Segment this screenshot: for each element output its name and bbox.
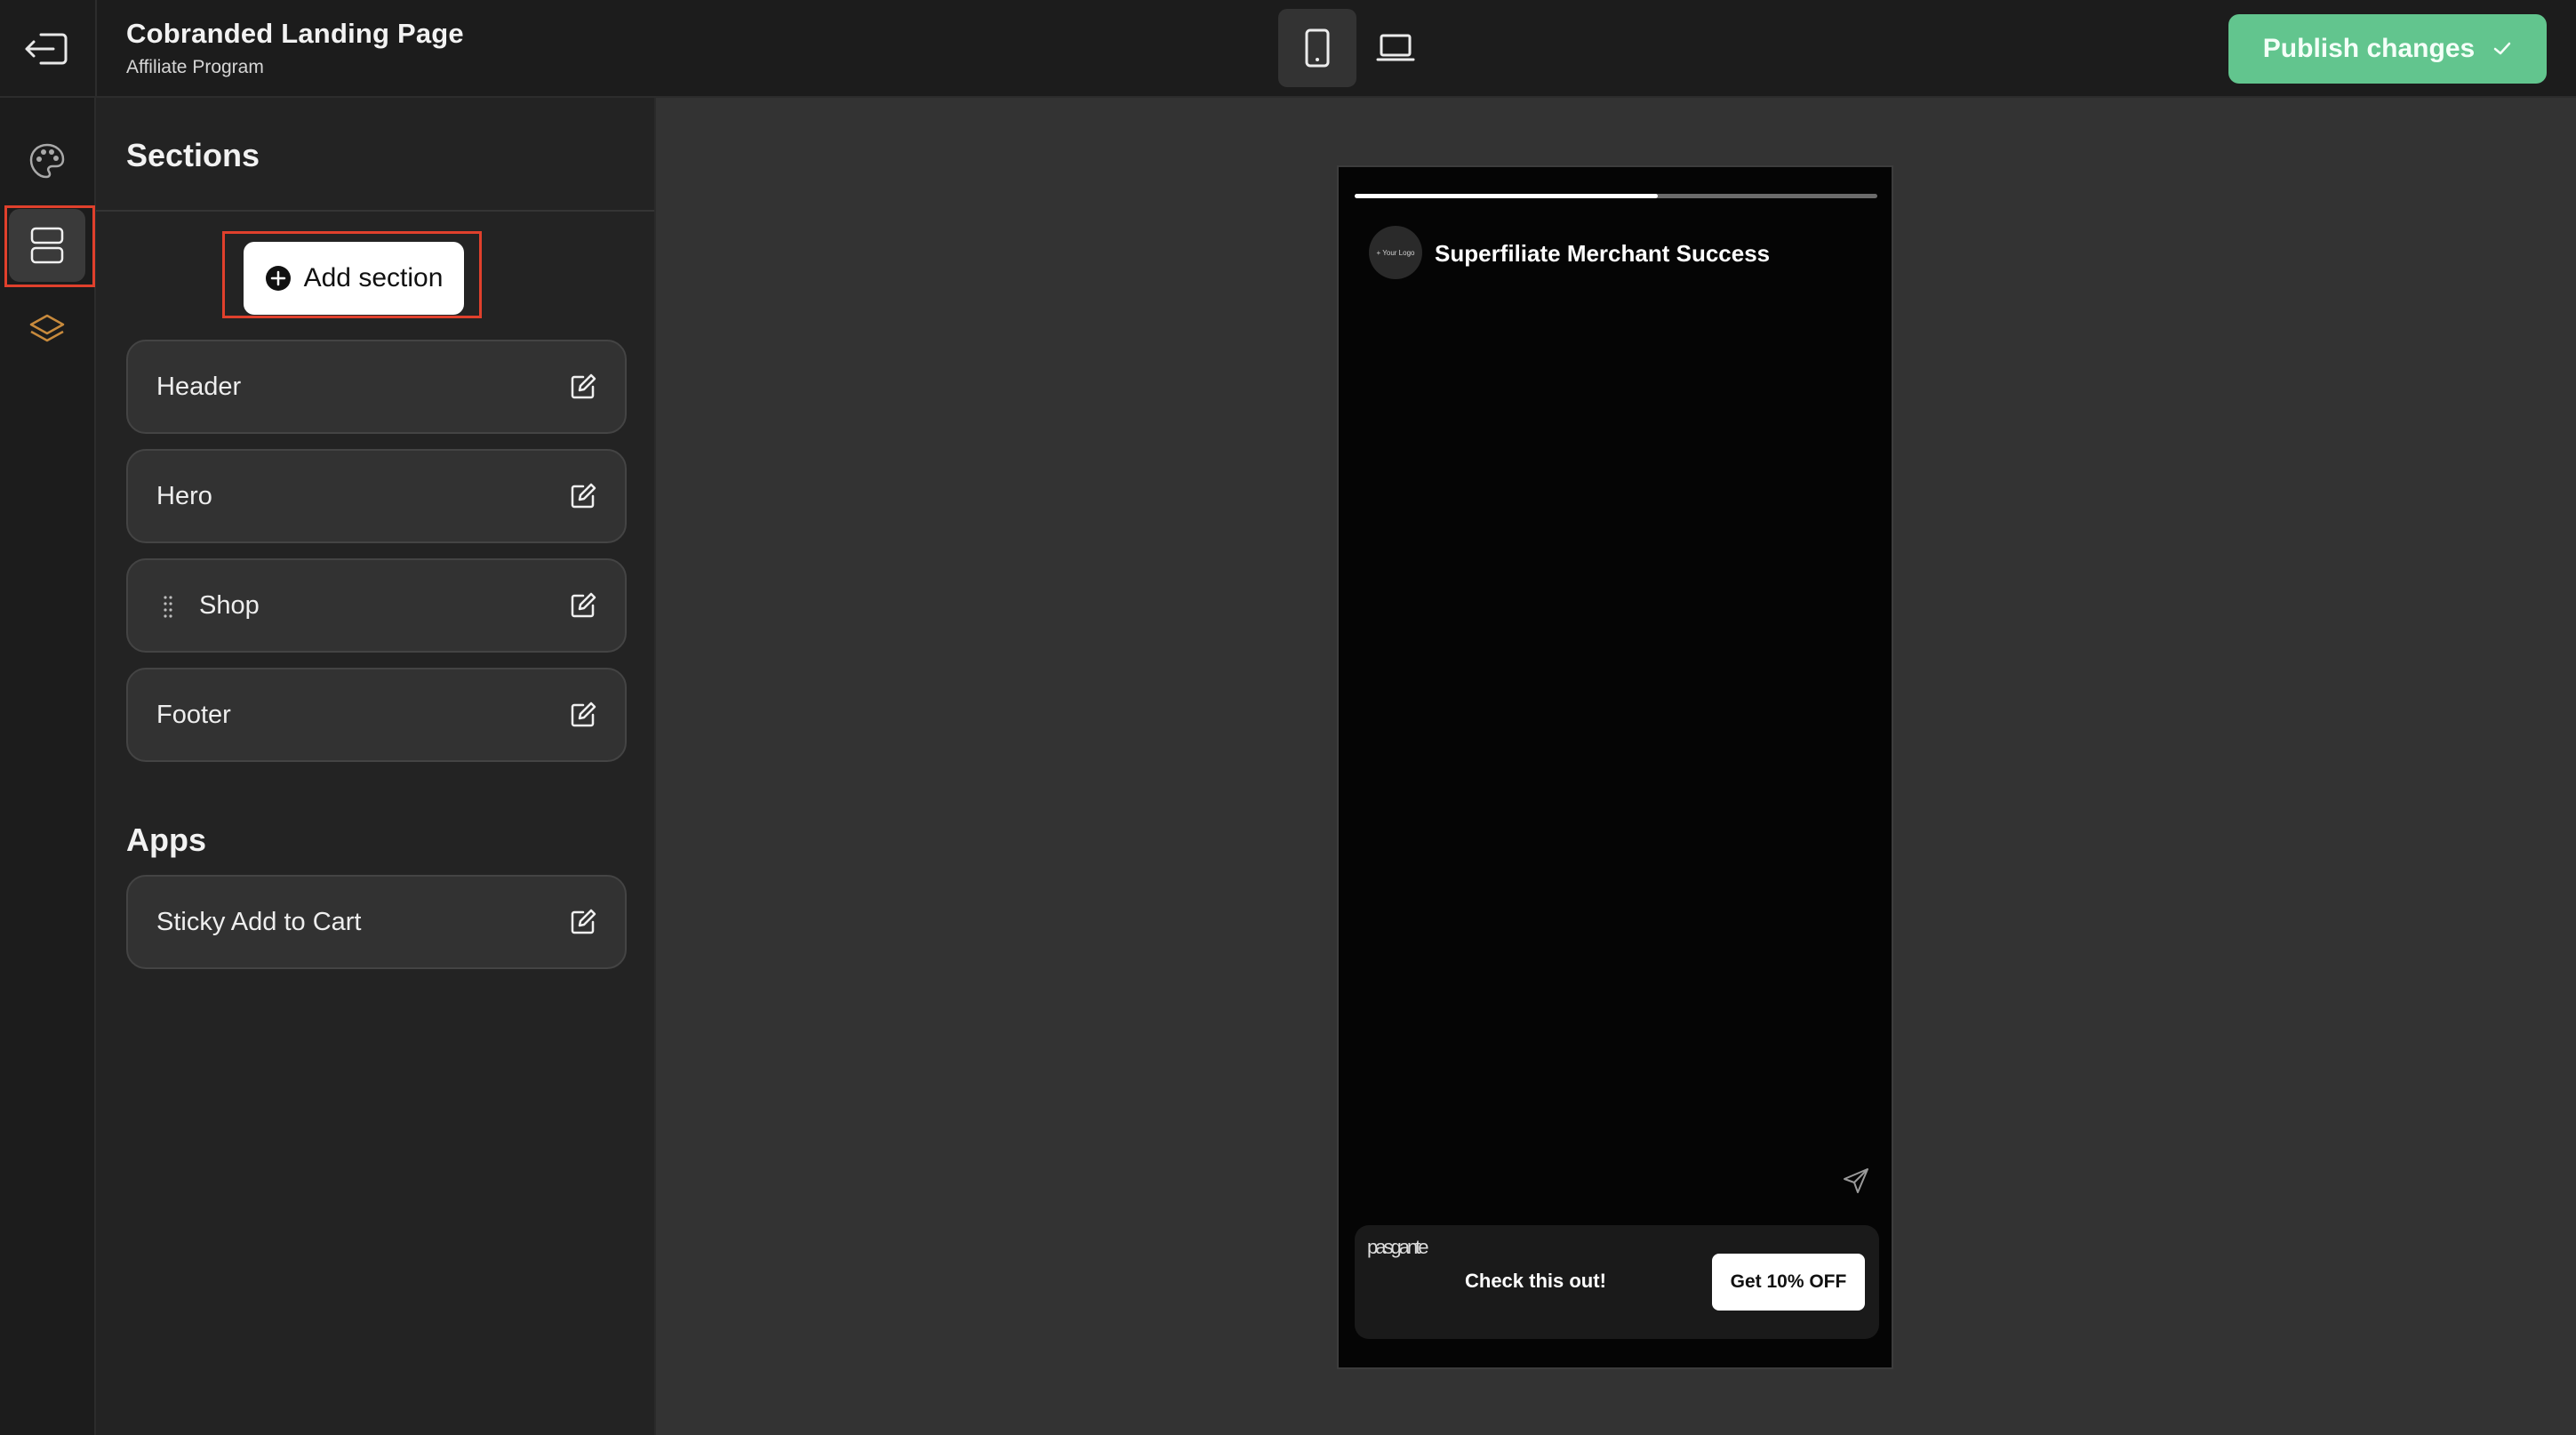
sections-rail-button[interactable] [9,209,85,282]
top-bar-divider [95,0,97,98]
publish-label: Publish changes [2262,34,2476,63]
section-label: Hero [156,481,212,510]
exit-button[interactable] [21,27,71,71]
page-title: Cobranded Landing Page [126,18,464,49]
layers-rail-button[interactable] [23,306,71,354]
drag-handle-icon[interactable] [162,594,174,621]
palette-icon [29,143,65,179]
share-button[interactable] [1838,1163,1874,1199]
edit-icon[interactable] [566,905,600,939]
top-bar: Cobranded Landing Page Affiliate Program… [0,0,2576,98]
section-item-header[interactable]: Header [126,340,627,434]
section-item-footer[interactable]: Footer [126,668,627,762]
promo-text: Check this out! [1465,1270,1606,1292]
page-subtitle: Affiliate Program [126,57,264,77]
edit-icon[interactable] [566,589,600,622]
story-progress-bar [1355,194,1877,198]
brand-logo-text: + Your Logo [1376,248,1415,257]
add-section-button[interactable]: Add section [244,242,464,315]
add-section-label: Add section [303,263,444,293]
brand-logo: + Your Logo [1369,226,1422,279]
edit-icon[interactable] [566,698,600,732]
layers-icon [29,314,65,342]
section-label: Footer [156,700,231,729]
panel-divider [96,210,654,212]
exit-icon [25,33,68,65]
section-label: Header [156,372,242,401]
edit-icon[interactable] [566,370,600,404]
section-item-hero[interactable]: Hero [126,449,627,543]
desktop-view-button[interactable] [1356,9,1435,87]
sections-title: Sections [126,137,260,173]
sticky-add-to-cart-bar: pasgante Check this out! Get 10% OFF [1355,1225,1879,1339]
apps-title: Apps [126,822,206,858]
mobile-view-button[interactable] [1278,9,1356,87]
sections-icon [30,227,64,264]
mobile-icon [1305,28,1330,68]
story-progress-fill [1355,194,1659,198]
laptop-icon [1376,34,1415,61]
discount-button[interactable]: Get 10% OFF [1712,1254,1865,1311]
section-label: Shop [199,590,260,620]
sections-panel: Sections Add section Header Hero Shop Fo… [96,98,656,1435]
brand-name: Superfiliate Merchant Success [1435,240,1771,267]
edit-icon[interactable] [566,479,600,513]
app-item-sticky-add-to-cart[interactable]: Sticky Add to Cart [126,875,627,969]
mobile-preview: + Your Logo Superfiliate Merchant Succes… [1337,165,1893,1369]
send-icon [1844,1168,1868,1193]
publish-changes-button[interactable]: Publish changes [2228,14,2547,84]
left-rail [0,98,96,1435]
theme-rail-button[interactable] [23,137,71,185]
check-icon [2493,42,2511,55]
plus-circle-icon [265,266,291,291]
section-item-shop[interactable]: Shop [126,558,627,653]
product-thumbnail: pasgante [1367,1236,1429,1258]
app-label: Sticky Add to Cart [156,907,362,936]
